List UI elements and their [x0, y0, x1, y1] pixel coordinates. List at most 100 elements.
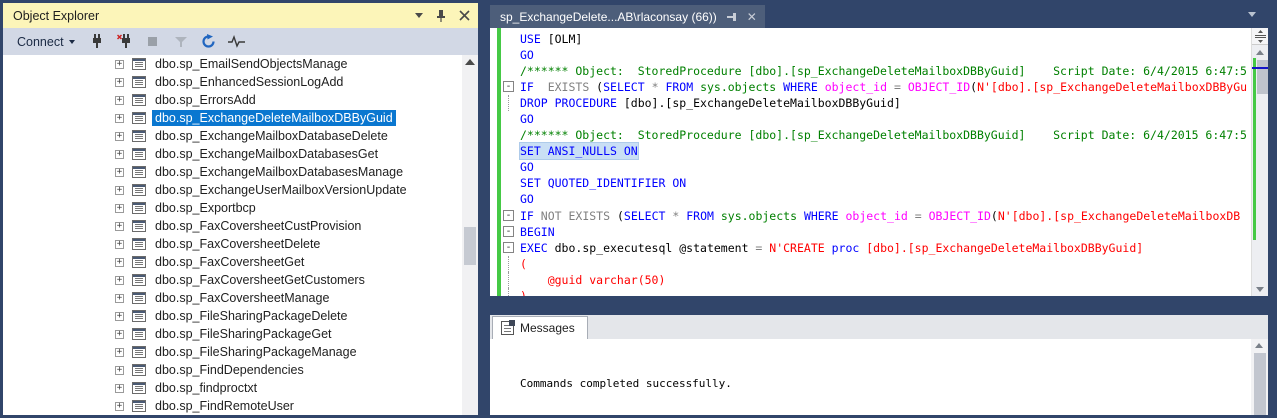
- expand-plus-icon[interactable]: +: [115, 186, 124, 195]
- messages-scrollbar[interactable]: [1251, 339, 1268, 415]
- tree-item[interactable]: + dbo.sp_ExchangeMailboxDatabaseDelete: [3, 127, 478, 145]
- tree-item[interactable]: + dbo.sp_ExchangeMailboxDatabasesManage: [3, 163, 478, 181]
- tree-item-label: dbo.sp_ExchangeMailboxDatabasesManage: [152, 164, 406, 180]
- tree-item[interactable]: +dbo.sp_FileSharingPackageManage: [3, 343, 478, 361]
- splitter-handle-icon[interactable]: [1252, 28, 1268, 45]
- scrollbar-thumb[interactable]: [464, 227, 476, 265]
- scroll-up-icon[interactable]: [465, 59, 475, 65]
- collapse-icon[interactable]: -: [501, 224, 520, 240]
- document-tab[interactable]: sp_ExchangeDelete...AB\rlaconsay (66)) ✕: [490, 5, 765, 28]
- scroll-up-icon[interactable]: [1256, 50, 1264, 55]
- close-icon[interactable]: ✕: [747, 11, 757, 23]
- code-line: /****** Object: StoredProcedure [dbo].[s…: [501, 127, 1251, 143]
- expand-plus-icon[interactable]: +: [115, 114, 124, 123]
- tab-messages[interactable]: Messages: [492, 316, 588, 339]
- object-tree[interactable]: +dbo.sp_EmailSendObjectsManage+dbo.sp_En…: [3, 55, 478, 415]
- pin-icon[interactable]: [435, 9, 447, 22]
- scroll-up-icon[interactable]: [1255, 343, 1263, 348]
- tree-scrollbar[interactable]: [462, 55, 478, 415]
- expand-plus-icon[interactable]: +: [115, 402, 124, 411]
- tree-item[interactable]: +dbo.sp_EmailSendObjectsManage: [3, 55, 478, 73]
- tree-item-label: dbo.sp_FindDependencies: [152, 362, 307, 378]
- collapse-icon[interactable]: -: [501, 240, 520, 256]
- results-tabstrip: Messages: [490, 315, 1268, 339]
- expand-plus-icon[interactable]: +: [115, 312, 124, 321]
- scrollbar-thumb[interactable]: [1254, 353, 1266, 415]
- expand-plus-icon[interactable]: +: [115, 276, 124, 285]
- tree-item-label: dbo.sp_ExchangeMailboxDatabaseDelete: [152, 128, 391, 144]
- messages-panel[interactable]: Commands completed successfully. Complet…: [490, 339, 1268, 415]
- expand-plus-icon[interactable]: +: [115, 168, 124, 177]
- expand-plus-icon[interactable]: +: [115, 78, 124, 87]
- ssms-window: Object Explorer Connect: [0, 0, 1277, 418]
- disconnect-plug-icon[interactable]: [115, 33, 135, 51]
- tree-item[interactable]: +dbo.sp_FaxCoversheetDelete: [3, 235, 478, 253]
- stored-procedure-icon: [132, 256, 146, 268]
- stored-procedure-icon: [132, 202, 146, 214]
- connect-label: Connect: [17, 35, 64, 49]
- tree-item[interactable]: + dbo.sp_ExchangeDeleteMailboxDBByGuid: [3, 109, 478, 127]
- window-position-menu-icon[interactable]: [415, 13, 423, 18]
- expand-plus-icon[interactable]: +: [115, 294, 124, 303]
- expand-plus-icon[interactable]: +: [115, 366, 124, 375]
- expand-plus-icon[interactable]: +: [115, 348, 124, 357]
- object-explorer-titlebar[interactable]: Object Explorer: [3, 3, 478, 28]
- tree-item-label: dbo.sp_Exportbcp: [152, 200, 259, 216]
- collapse-icon[interactable]: -: [501, 208, 520, 224]
- fold-margin: [501, 191, 520, 207]
- expand-plus-icon[interactable]: +: [115, 258, 124, 267]
- stored-procedure-icon: [132, 310, 146, 322]
- expand-plus-icon[interactable]: +: [115, 204, 124, 213]
- tree-item[interactable]: +dbo.sp_FaxCoversheetGet: [3, 253, 478, 271]
- activity-monitor-icon[interactable]: [227, 33, 247, 51]
- code-line: USE [OLM]: [501, 31, 1251, 47]
- sql-editor[interactable]: USE [OLM]GO/****** Object: StoredProcedu…: [490, 28, 1268, 296]
- code-line: -BEGIN: [501, 224, 1251, 240]
- code-area[interactable]: USE [OLM]GO/****** Object: StoredProcedu…: [501, 31, 1251, 296]
- tree-item[interactable]: +dbo.sp_ExchangeUserMailboxVersionUpdate: [3, 181, 478, 199]
- connect-button[interactable]: Connect: [13, 33, 79, 51]
- expand-plus-icon[interactable]: +: [115, 60, 124, 69]
- fold-margin: [501, 47, 520, 63]
- expand-plus-icon[interactable]: +: [115, 330, 124, 339]
- tree-item[interactable]: +dbo.sp_EnhancedSessionLogAdd: [3, 73, 478, 91]
- code-line: GO: [501, 111, 1251, 127]
- expand-plus-icon[interactable]: +: [115, 132, 124, 141]
- close-icon[interactable]: [459, 10, 470, 21]
- tree-item[interactable]: +dbo.sp_FileSharingPackageGet: [3, 325, 478, 343]
- tree-item[interactable]: +dbo.sp_ErrorsAdd: [3, 91, 478, 109]
- tree-item[interactable]: +dbo.sp_ExchangeMailboxDatabasesGet: [3, 145, 478, 163]
- tree-item[interactable]: +dbo.sp_FaxCoversheetGetCustomers: [3, 271, 478, 289]
- tree-item[interactable]: +dbo.sp_FileSharingPackageDelete: [3, 307, 478, 325]
- expand-plus-icon[interactable]: +: [115, 384, 124, 393]
- chevron-down-icon: [69, 40, 75, 44]
- tree-item[interactable]: +dbo.sp_FindRemoteUser: [3, 397, 478, 415]
- tree-item[interactable]: + dbo.sp_Exportbcp: [3, 199, 478, 217]
- fold-margin: [501, 127, 520, 143]
- refresh-icon[interactable]: [199, 33, 219, 51]
- tree-item[interactable]: + dbo.sp_findproctxt: [3, 379, 478, 397]
- document-tabstrip: sp_ExchangeDelete...AB\rlaconsay (66)) ✕: [490, 3, 1268, 28]
- document-pane: sp_ExchangeDelete...AB\rlaconsay (66)) ✕…: [490, 3, 1268, 415]
- tree-item[interactable]: + dbo.sp_FindDependencies: [3, 361, 478, 379]
- pin-icon[interactable]: [726, 11, 738, 23]
- tree-item[interactable]: +dbo.sp_FaxCoversheetManage: [3, 289, 478, 307]
- tree-item-label: dbo.sp_findproctxt: [152, 380, 260, 396]
- code-line: DROP PROCEDURE [dbo].[sp_ExchangeDeleteM…: [501, 95, 1251, 111]
- expand-plus-icon[interactable]: +: [115, 222, 124, 231]
- tab-list-dropdown-icon[interactable]: [1248, 12, 1256, 17]
- editor-vertical-scrollbar[interactable]: [1251, 28, 1268, 296]
- messages-icon: [501, 321, 514, 335]
- scroll-down-icon[interactable]: [1256, 287, 1264, 292]
- panel-title: Object Explorer: [13, 9, 415, 23]
- connect-plug-icon[interactable]: [87, 33, 107, 51]
- expand-plus-icon[interactable]: +: [115, 96, 124, 105]
- tree-item[interactable]: +dbo.sp_FaxCoversheetCustProvision: [3, 217, 478, 235]
- code-line: GO: [501, 191, 1251, 207]
- scrollbar-thumb[interactable]: [1257, 60, 1268, 94]
- collapse-icon[interactable]: -: [501, 79, 520, 95]
- tree-item-label: dbo.sp_ExchangeDeleteMailboxDBByGuid: [152, 110, 396, 126]
- expand-plus-icon[interactable]: +: [115, 240, 124, 249]
- stop-icon: [143, 33, 163, 51]
- expand-plus-icon[interactable]: +: [115, 150, 124, 159]
